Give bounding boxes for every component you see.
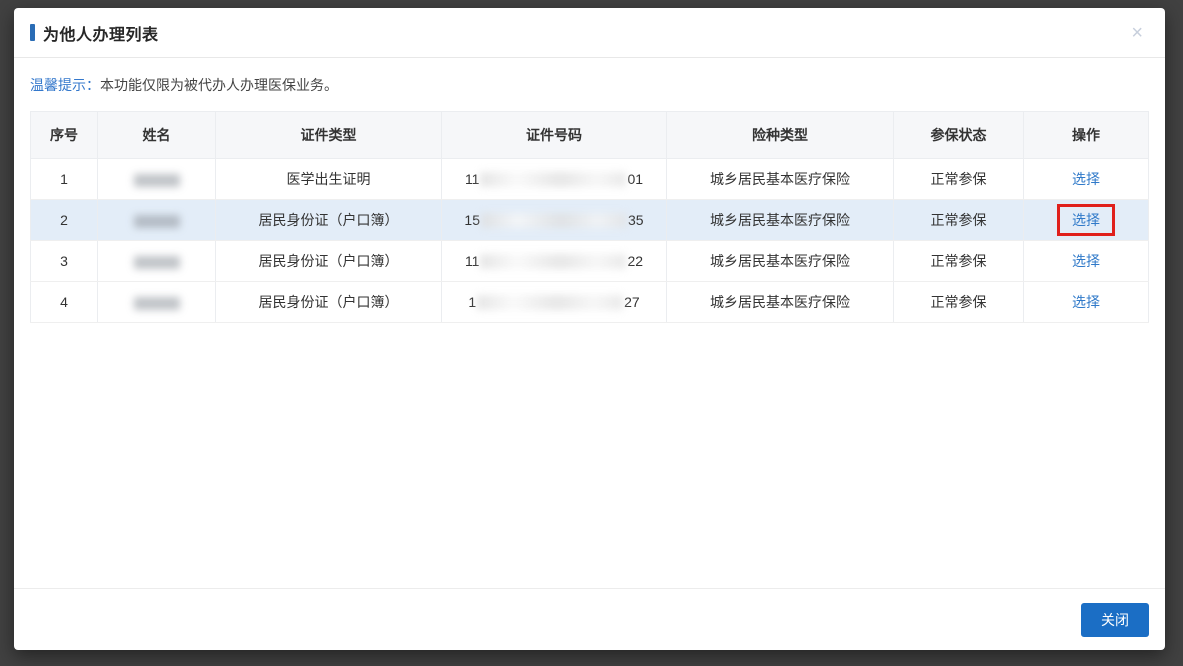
redacted-name [134,215,180,228]
select-link[interactable]: 选择 [1072,253,1100,269]
cell-action: 选择 [1024,159,1149,200]
dialog-header: 为他人办理列表 × [14,8,1165,58]
table-row: 1 医学出生证明 11 01 城乡居民基本医疗保险 正常参保 选择 [31,159,1149,200]
dialog-title: 为他人办理列表 [43,21,159,45]
select-link[interactable]: 选择 [1072,210,1100,230]
select-link[interactable]: 选择 [1072,294,1100,310]
redacted-name [134,174,180,187]
cell-cert-type: 医学出生证明 [216,159,442,200]
redacted-id-middle [480,172,626,187]
dialog-footer: 关闭 [14,588,1165,650]
id-prefix: 15 [464,212,480,228]
col-header-action: 操作 [1024,112,1149,159]
page-background: { "modal": { "title": "为他人办理列表", "close_… [0,0,1183,666]
cell-cert-no: 1 27 [442,282,667,323]
cell-insurance: 城乡居民基本医疗保险 [667,200,894,241]
cell-seq: 1 [31,159,98,200]
id-suffix: 22 [627,253,643,269]
redacted-id-middle [481,213,627,228]
cell-status: 正常参保 [894,159,1024,200]
close-button[interactable]: 关闭 [1081,603,1149,637]
hint-text: 本功能仅限为被代办人办理医保业务。 [100,77,338,93]
cell-cert-type: 居民身份证（户口簿） [216,200,442,241]
cell-insurance: 城乡居民基本医疗保险 [667,159,894,200]
cell-cert-type: 居民身份证（户口簿） [216,241,442,282]
cell-status: 正常参保 [894,241,1024,282]
red-annotation-box: 选择 [1057,204,1115,236]
col-header-name: 姓名 [98,112,216,159]
cell-name [98,282,216,323]
redacted-name [134,256,180,269]
table-row: 3 居民身份证（户口簿） 11 22 城乡居民基本医疗保险 正常参保 选择 [31,241,1149,282]
id-prefix: 1 [468,294,476,310]
select-link[interactable]: 选择 [1072,171,1100,187]
col-header-seq: 序号 [31,112,98,159]
for-others-dialog: 为他人办理列表 × 温馨提示：本功能仅限为被代办人办理医保业务。 序号 姓名 证… [14,8,1165,650]
col-header-insurance: 险种类型 [667,112,894,159]
table-header-row: 序号 姓名 证件类型 证件号码 险种类型 参保状态 操作 [31,112,1149,159]
cell-seq: 3 [31,241,98,282]
cell-name [98,159,216,200]
cell-name [98,200,216,241]
redacted-id-middle [477,295,623,310]
cell-cert-no: 11 22 [442,241,667,282]
col-header-cert-type: 证件类型 [216,112,442,159]
id-prefix: 11 [465,253,480,269]
cell-insurance: 城乡居民基本医疗保险 [667,241,894,282]
redacted-id-middle [480,254,626,269]
cell-name [98,241,216,282]
id-prefix: 11 [465,171,480,187]
id-suffix: 35 [628,212,644,228]
col-header-cert-no: 证件号码 [442,112,667,159]
id-suffix: 27 [624,294,640,310]
table-row: 4 居民身份证（户口簿） 1 27 城乡居民基本医疗保险 正常参保 选择 [31,282,1149,323]
hint-label: 温馨提示： [30,77,100,93]
agent-person-table: 序号 姓名 证件类型 证件号码 险种类型 参保状态 操作 1 医学出生证明 11… [30,111,1149,323]
cell-seq: 4 [31,282,98,323]
cell-cert-type: 居民身份证（户口簿） [216,282,442,323]
cell-seq: 2 [31,200,98,241]
cell-status: 正常参保 [894,200,1024,241]
table-row-highlighted: 2 居民身份证（户口簿） 1535 城乡居民基本医疗保险 正常参保 选择 [31,200,1149,241]
cell-cert-no: 11 01 [442,159,667,200]
hint-row: 温馨提示：本功能仅限为被代办人办理医保业务。 [14,58,1165,111]
cell-status: 正常参保 [894,282,1024,323]
title-marker-bar [30,24,35,41]
cell-cert-no: 1535 [442,200,667,241]
close-icon[interactable]: × [1131,23,1143,43]
redacted-name [134,297,180,310]
cell-action: 选择 [1024,241,1149,282]
cell-action: 选择 [1024,282,1149,323]
cell-insurance: 城乡居民基本医疗保险 [667,282,894,323]
col-header-status: 参保状态 [894,112,1024,159]
id-suffix: 01 [627,171,643,187]
cell-action: 选择 [1024,200,1149,241]
